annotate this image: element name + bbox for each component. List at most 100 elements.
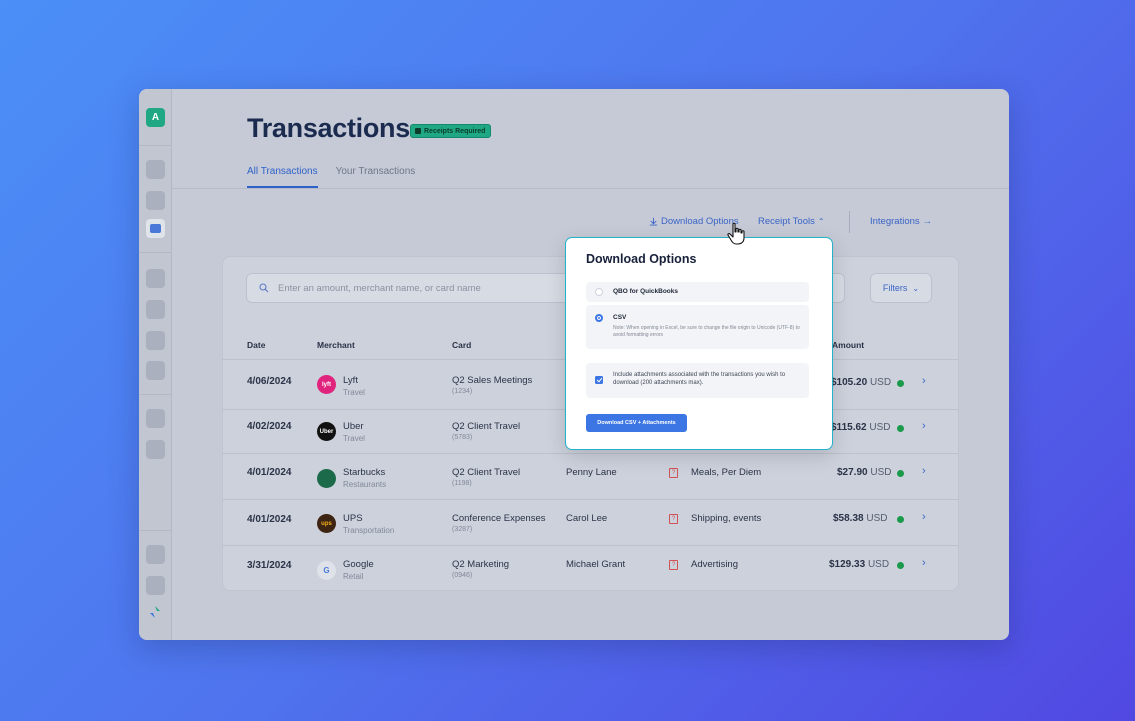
expense-purpose: Shipping, events: [691, 513, 762, 524]
missing-receipt-icon[interactable]: ?: [669, 514, 678, 524]
missing-receipt-icon[interactable]: ?: [669, 468, 678, 478]
sidebar-item-6[interactable]: [146, 361, 165, 380]
card-number: (3287): [452, 526, 473, 533]
merchant-cell: Lyft Travel: [343, 375, 365, 397]
row-date: 4/01/2024: [247, 467, 292, 478]
tab-bar: All Transactions Your Transactions: [247, 166, 415, 188]
row-date: 4/01/2024: [247, 514, 292, 525]
amount-currency: USD: [870, 467, 892, 478]
expense-purpose: Meals, Per Diem: [691, 467, 762, 478]
download-csv-attachments-button[interactable]: Download CSV + Attachments: [586, 414, 687, 432]
card-cell: Conference Expenses (3287): [452, 513, 545, 533]
card-number: (0946): [452, 572, 473, 579]
csv-label: CSV: [613, 314, 627, 321]
cardholder-name: Michael Grant: [566, 559, 626, 570]
card-name: Q2 Sales Meetings: [452, 375, 533, 386]
include-attachments-option[interactable]: Include attachments associated with the …: [586, 363, 809, 398]
amount-value: $27.90: [837, 467, 868, 478]
option-csv[interactable]: CSV Note: When opening in Excel, be sure…: [586, 305, 809, 349]
expense-purpose: Advertising: [691, 559, 738, 570]
include-attachments-checkbox[interactable]: [595, 376, 603, 384]
starbucks-logo-icon: [317, 469, 336, 488]
chevron-right-icon[interactable]: ›: [922, 557, 926, 569]
brand-logo-icon: [150, 606, 160, 618]
receipt-icon: [415, 128, 421, 134]
chevron-right-icon[interactable]: ›: [922, 420, 926, 432]
card-cell: Q2 Marketing (0946): [452, 559, 509, 579]
chevron-right-icon[interactable]: ›: [922, 465, 926, 477]
row-divider: [222, 453, 959, 454]
chevron-right-icon[interactable]: ›: [922, 375, 926, 387]
column-header-date[interactable]: Date: [247, 340, 265, 350]
sidebar-item-3[interactable]: [146, 269, 165, 288]
include-attachments-label: Include attachments associated with the …: [613, 372, 786, 386]
merchant-cell: Google Retail: [343, 559, 374, 581]
arrow-right-icon: →: [922, 216, 933, 227]
csv-radio[interactable]: [595, 314, 603, 322]
filters-label: Filters: [882, 283, 908, 293]
sidebar-item-9[interactable]: [146, 545, 165, 564]
search-input[interactable]: [278, 282, 558, 294]
sidebar-item-8[interactable]: [146, 440, 165, 459]
chevron-right-icon[interactable]: ›: [922, 511, 926, 523]
cardholder-name: Penny Lane: [566, 467, 617, 478]
row-date: 4/02/2024: [247, 421, 292, 432]
badge-label: Receipts Required: [424, 127, 486, 135]
card-name: Q2 Marketing: [452, 559, 510, 570]
sidebar-item-1[interactable]: [146, 160, 165, 179]
sidebar-item-wallet-icon[interactable]: [146, 219, 165, 238]
receipt-tools-label: Receipt Tools: [758, 216, 815, 227]
column-header-amount[interactable]: Amount: [832, 340, 864, 350]
search-icon: [259, 283, 269, 293]
sidebar-item-2[interactable]: [146, 191, 165, 210]
amount-cell: $115.62 USD: [831, 422, 891, 433]
card-name: Conference Expenses: [452, 513, 546, 524]
workspace-avatar[interactable]: A: [146, 108, 165, 127]
missing-receipt-icon[interactable]: ?: [669, 560, 678, 570]
status-dot-icon: [897, 470, 904, 477]
csv-note: Note: When opening in Excel, be sure to …: [613, 325, 800, 338]
amount-cell: $105.20 USD: [831, 377, 891, 388]
amount-cell: $27.90 USD: [837, 467, 892, 478]
card-number: (1198): [452, 480, 472, 487]
amount-currency: USD: [869, 422, 891, 433]
merchant-category: Travel: [343, 434, 365, 443]
sidebar-item-10[interactable]: [146, 576, 165, 595]
amount-currency: USD: [866, 513, 888, 524]
card-cell: Q2 Client Travel (5783): [452, 421, 520, 441]
status-dot-icon: [897, 516, 904, 523]
search-box-end: [833, 273, 845, 303]
integrations-link[interactable]: Integrations →: [870, 216, 932, 227]
amount-cell: $129.33 USD: [829, 559, 889, 570]
cardholder-name: Carol Lee: [566, 513, 608, 524]
sidebar-item-4[interactable]: [146, 300, 165, 319]
chevron-up-icon: ⌃: [817, 217, 825, 226]
amount-value: $105.20: [831, 377, 868, 388]
merchant-category: Retail: [343, 572, 364, 581]
sidebar-item-7[interactable]: [146, 409, 165, 428]
lyft-logo-icon: lyft: [317, 375, 336, 394]
merchant-cell: Starbucks Restaurants: [343, 467, 386, 489]
sidebar-item-5[interactable]: [146, 331, 165, 350]
chevron-down-icon: ⌄: [912, 283, 920, 293]
tab-all-transactions[interactable]: All Transactions: [247, 166, 318, 188]
receipt-tools-button[interactable]: Receipt Tools ⌃: [758, 216, 825, 227]
card-name: Q2 Client Travel: [452, 467, 521, 478]
sidebar-divider: [139, 145, 172, 146]
column-header-merchant[interactable]: Merchant: [317, 340, 355, 350]
ups-logo-icon: ups: [317, 514, 336, 533]
tabs-divider: [172, 188, 1009, 189]
search-box[interactable]: [246, 273, 576, 303]
column-header-card[interactable]: Card: [452, 340, 471, 350]
merchant-category: Transportation: [343, 526, 395, 535]
merchant-cell: UPS Transportation: [343, 513, 394, 535]
status-dot-icon: [897, 380, 904, 387]
filters-button[interactable]: Filters ⌄: [870, 273, 932, 303]
merchant-category: Travel: [343, 388, 365, 397]
option-qbo[interactable]: QBO for QuickBooks: [586, 282, 809, 302]
tab-your-transactions[interactable]: Your Transactions: [336, 166, 416, 188]
status-dot-icon: [897, 562, 904, 569]
toolbar-divider: [849, 211, 850, 233]
modal-title: Download Options: [586, 252, 697, 266]
qbo-radio[interactable]: [595, 288, 603, 296]
